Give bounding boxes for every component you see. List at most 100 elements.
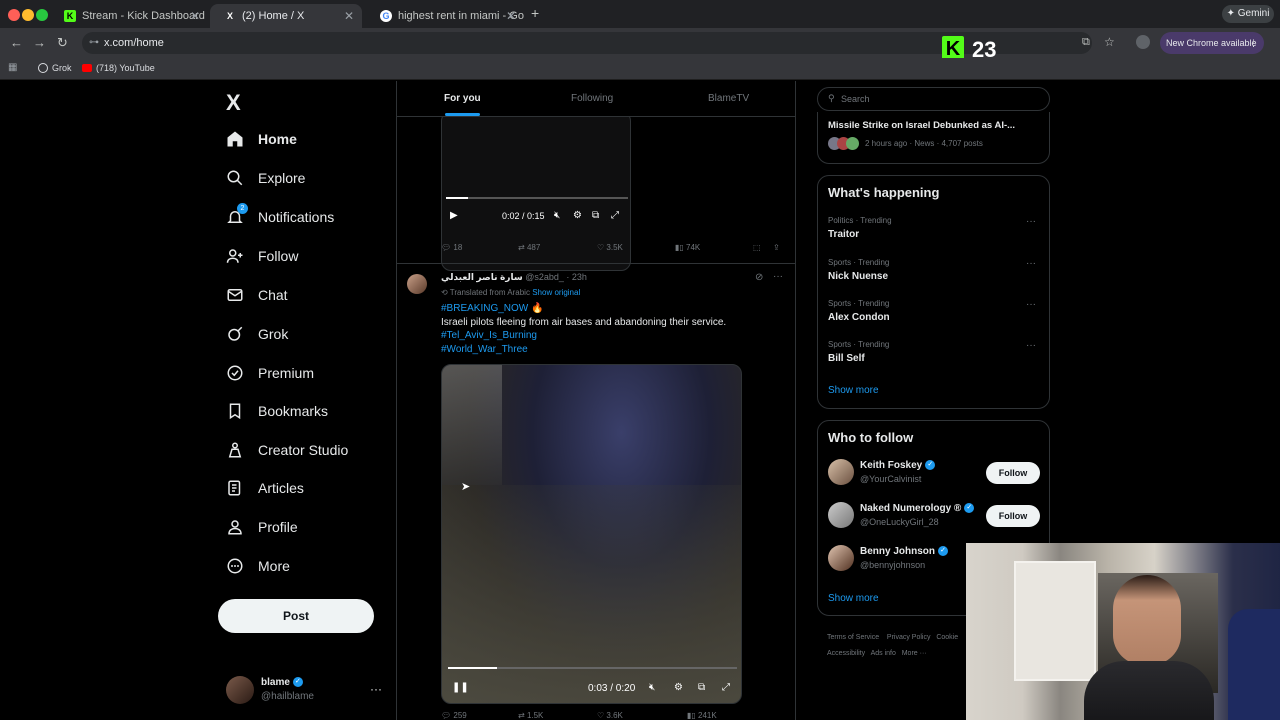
pip-icon[interactable]: ⧉ [592,210,599,221]
volume-icon[interactable]: 🔇︎ [649,682,655,693]
share-icon[interactable]: ⇪ [773,243,780,252]
cast-icon[interactable]: ⧉ [1082,36,1090,49]
bookmark-grok[interactable]: Grok [38,63,72,73]
like-button[interactable]: ♡ 3.6K [597,711,623,720]
video-progress-bar[interactable] [446,197,628,199]
close-tab-icon[interactable]: ✕ [190,9,200,23]
volume-icon[interactable]: 🔇︎ [554,210,560,221]
gemini-button[interactable]: ✦ Gemini [1222,5,1274,23]
follow-suggestion[interactable]: Naked Numerology ® ✓ @OneLuckyGirl_28 Fol… [818,500,1051,534]
browser-tab-kick[interactable]: K Stream - Kick Dashboard ✕ [50,4,208,28]
sidebar-item-notifications[interactable]: 2 Notifications [226,203,334,231]
follow-suggestion[interactable]: Keith Foskey ✓ @YourCalvinist Follow [818,457,1051,491]
post-button[interactable]: Post [218,599,374,633]
tab-for-you[interactable]: For you [444,93,481,104]
sidebar-item-grok[interactable]: Grok [226,320,288,348]
footer-link[interactable]: Accessibility [827,650,865,657]
views-button[interactable]: ▮▯ 74K [675,243,700,252]
footer-link[interactable]: Privacy Policy [887,634,931,641]
post-time[interactable]: · 23h [566,272,587,282]
fullscreen-icon[interactable]: ⤢ [611,210,619,221]
tab-following[interactable]: Following [571,93,613,104]
news-card[interactable]: Missile Strike on Israel Debunked as AI-… [817,112,1050,164]
sidebar-item-creator-studio[interactable]: Creator Studio [226,436,348,464]
star-bookmark-icon[interactable]: ☆ [1104,35,1115,49]
site-info-icon[interactable]: ⊶ [89,32,99,54]
pip-icon[interactable]: ⧉ [698,682,705,693]
apps-grid-icon[interactable]: ▦ [8,62,17,73]
views-button[interactable]: ▮▯ 241K [687,711,717,720]
url-field[interactable]: ⊶ x.com/home [82,32,1092,54]
settings-gear-icon[interactable]: ⚙ [573,210,582,221]
video-player[interactable]: ❚❚ 0:03 / 0:20 🔇︎ ⚙ ⧉ ⤢ [441,364,742,704]
play-icon[interactable]: ▶ [450,210,458,221]
sidebar-item-bookmarks[interactable]: Bookmarks [226,397,328,425]
close-tab-icon[interactable]: ✕ [344,9,354,23]
settings-gear-icon[interactable]: ⚙ [674,682,683,693]
sidebar-item-premium[interactable]: Premium [226,359,314,387]
footer-link[interactable]: Cookie [936,634,958,641]
minimize-window-button[interactable] [22,9,34,21]
bookmark-icon[interactable]: ⬚ [753,243,761,252]
hashtag-breaking-now[interactable]: #BREAKING_NOW 🔥 [441,302,781,316]
repost-button[interactable]: ⇄ 487 [518,243,540,252]
post-more-icon[interactable]: ··· [773,271,783,282]
hashtag-tel-aviv[interactable]: #Tel_Aviv_Is_Burning [441,329,781,343]
close-window-button[interactable] [8,9,20,21]
sidebar-item-home[interactable]: Home [226,125,297,153]
forward-arrow-icon[interactable]: → [33,35,46,50]
footer-link[interactable]: Terms of Service [827,634,879,641]
follow-button[interactable]: Follow [986,505,1040,527]
show-more-link[interactable]: Show more [828,385,879,396]
trend-item[interactable]: Sports · Trending Bill Self ··· [818,336,1051,374]
author-name[interactable]: سارة ناصر العبدلي [441,272,523,282]
trend-item[interactable]: Sports · Trending Alex Condon ··· [818,295,1051,333]
trend-more-icon[interactable]: ··· [1026,299,1036,310]
profile-avatar[interactable] [1136,35,1150,49]
maximize-window-button[interactable] [36,9,48,21]
account-more-icon[interactable]: ··· [370,682,382,696]
kebab-menu-icon[interactable]: ⋮ [1249,32,1258,54]
follow-button[interactable]: Follow [986,462,1040,484]
reply-button[interactable]: 💬︎ 18 [441,243,462,252]
trend-more-icon[interactable]: ··· [1026,216,1036,227]
bookmark-youtube[interactable]: (718) YouTube [82,63,155,73]
trend-item[interactable]: Sports · Trending Nick Nuense ··· [818,254,1051,292]
account-switcher[interactable]: blame ✓ @hailblame ··· [226,676,396,706]
new-tab-button[interactable]: + [531,5,539,21]
fullscreen-icon[interactable]: ⤢ [722,682,730,693]
back-arrow-icon[interactable]: ← [10,35,23,50]
trend-more-icon[interactable]: ··· [1026,340,1036,351]
sidebar-item-chat[interactable]: Chat [226,281,288,309]
like-button[interactable]: ♡ 3.5K [597,243,623,252]
sidebar-item-profile[interactable]: Profile [226,513,298,541]
pause-icon[interactable]: ❚❚ [452,682,469,693]
new-chrome-available-button[interactable]: New Chrome available ⋮ [1160,32,1264,54]
search-field[interactable]: ⚲ Search [817,87,1050,111]
repost-button[interactable]: ⇄ 1.5K [518,711,543,720]
trend-more-icon[interactable]: ··· [1026,258,1036,269]
hashtag-world-war-three[interactable]: #World_War_Three [441,343,781,357]
reload-icon[interactable]: ↻ [57,35,68,51]
avatar[interactable] [407,274,427,294]
video-progress-bar[interactable] [448,667,737,669]
footer-link[interactable]: More ··· [902,650,927,657]
show-more-link[interactable]: Show more [828,593,879,604]
browser-tab-google[interactable]: G highest rent in miami - Googl ✕ [366,4,524,28]
trend-item[interactable]: Politics · Trending Traitor ··· [818,212,1051,250]
sidebar-item-follow[interactable]: Follow [226,242,298,270]
sidebar-item-articles[interactable]: Articles [226,474,304,502]
close-tab-icon[interactable]: ✕ [506,9,516,23]
new-chrome-label: New Chrome available [1166,38,1257,48]
author-handle[interactable]: @s2abd_ [525,272,564,282]
x-logo-icon[interactable]: X [226,90,241,116]
reply-button[interactable]: 💬︎ 259 [441,711,467,720]
browser-tab-x-home[interactable]: X (2) Home / X ✕ [210,4,362,28]
sidebar-item-more[interactable]: More [226,552,290,580]
tab-blametv[interactable]: BlameTV [708,93,749,104]
grok-explain-icon[interactable]: ⊘ [755,272,763,283]
show-original-link[interactable]: Show original [532,288,580,297]
sidebar-item-explore[interactable]: Explore [226,164,305,192]
trend-meta: Politics · Trending [828,216,892,225]
footer-link[interactable]: Ads info [871,650,896,657]
